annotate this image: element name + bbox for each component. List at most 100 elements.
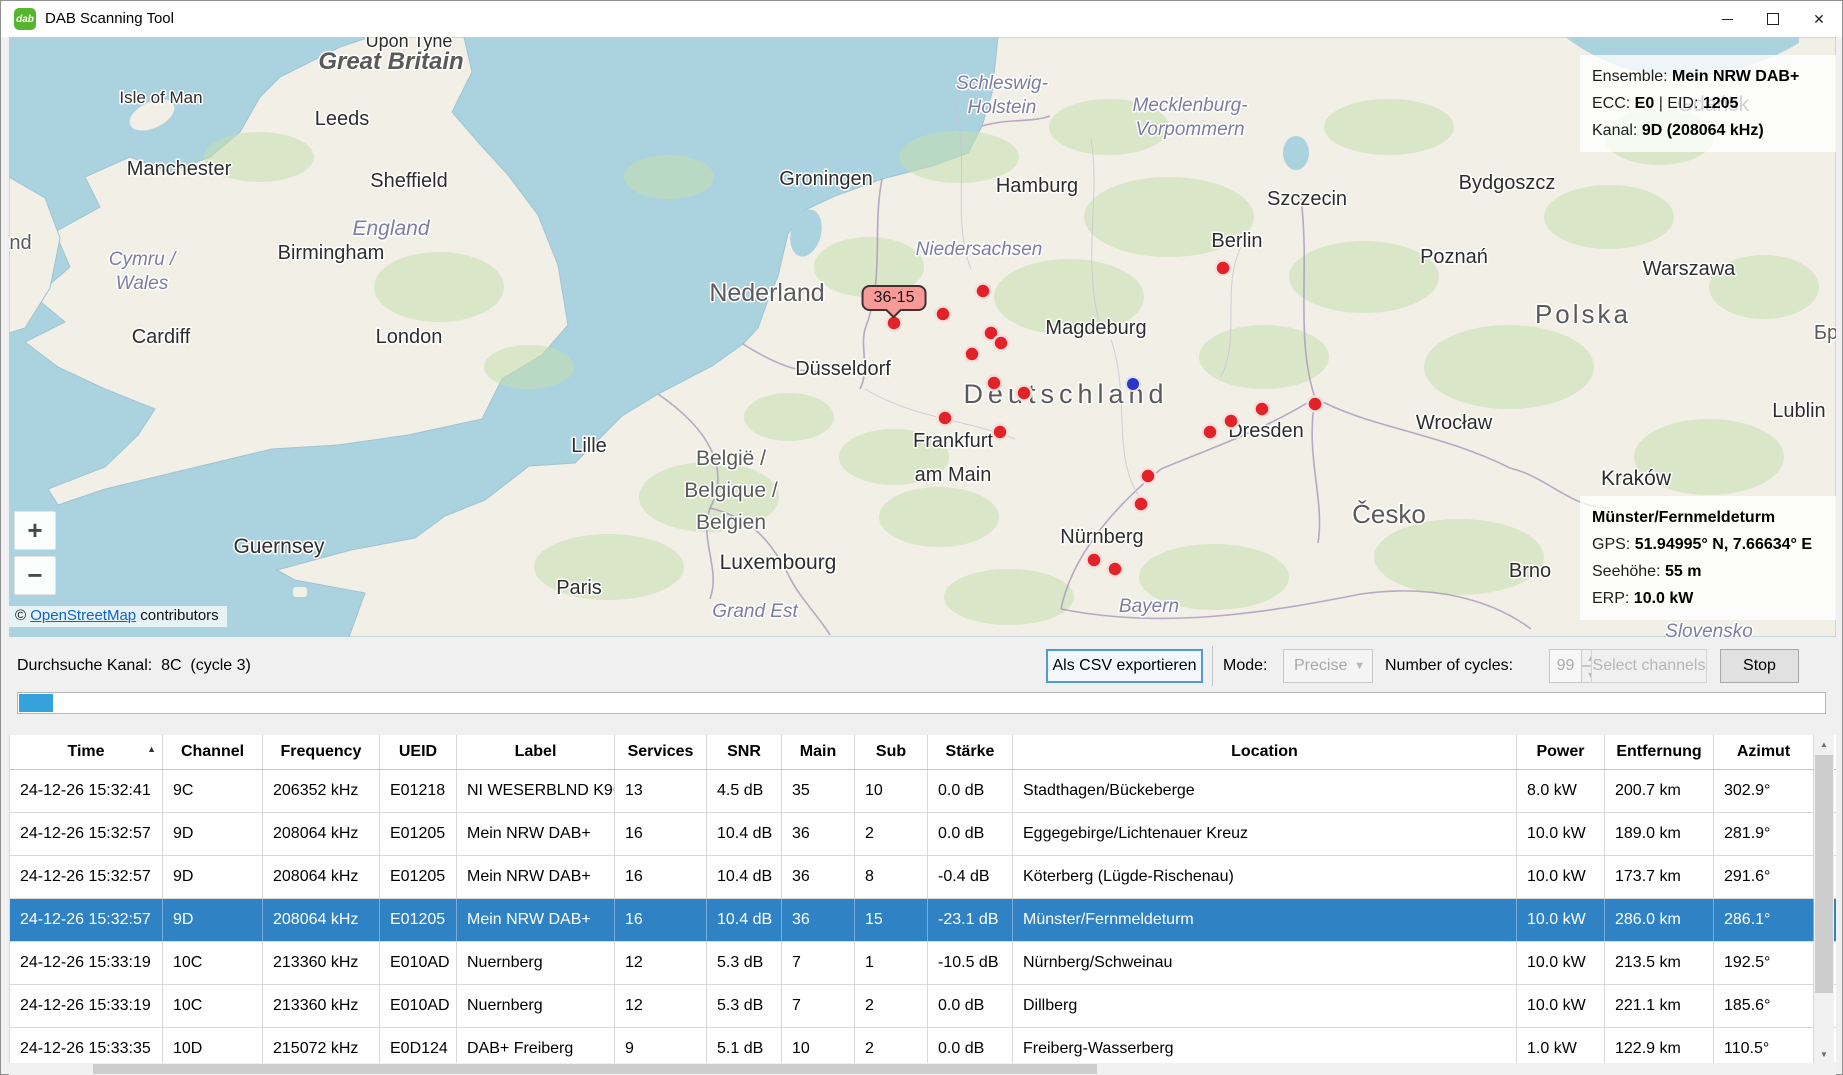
table-row[interactable]: 24-12-26 15:33:1910C213360 kHzE010ADNuer… [10,942,1836,985]
map-label: Nürnberg [1060,526,1143,548]
map-canvas[interactable]: Upon TyneGreat BritainIsle of ManLeedsMa… [9,37,1836,637]
title-bar[interactable]: dab DAB Scanning Tool ✕ [1,1,1842,37]
receiver-marker[interactable] [1126,377,1140,391]
table-cell: 302.9° [1714,770,1814,812]
transmitter-marker[interactable] [1224,414,1239,429]
transmitter-marker[interactable] [1108,562,1123,577]
transmitter-marker[interactable] [965,347,980,362]
map-label: Groningen [779,168,872,190]
map-label: Great Britain [318,48,463,75]
table-cell: 10C [163,942,263,984]
table-cell: NI WESERBLND K9C [457,770,615,812]
transmitter-marker[interactable] [938,411,953,426]
transmitter-marker[interactable] [1255,402,1270,417]
map-label: België / [696,447,766,470]
table-cell: 206352 kHz [263,770,380,812]
table-cell: 10.4 dB [707,813,782,855]
table-row[interactable]: 24-12-26 15:32:579D208064 kHzE01205Mein … [10,856,1836,899]
table-cell: 192.5° [1714,942,1814,984]
sort-arrow-icon: ▲ [147,744,156,754]
transmitter-marker[interactable] [976,284,991,299]
column-header-main[interactable]: Main [782,735,855,769]
horizontal-scrollbar[interactable] [9,1063,1836,1075]
map-label: Bydgoszcz [1459,172,1556,194]
column-header-services[interactable]: Services [615,735,707,769]
table-cell: 0.0 dB [928,813,1013,855]
table-cell: 12 [615,942,707,984]
table-row[interactable]: 24-12-26 15:32:579D208064 kHzE01205Mein … [10,813,1836,856]
minimize-button[interactable] [1704,1,1750,37]
table-cell: 213360 kHz [263,985,380,1027]
transmitter-marker[interactable] [1141,469,1156,484]
map-label: Wales [116,273,169,294]
transmitter-marker[interactable] [994,336,1009,351]
column-header-label: Sub [876,743,906,761]
station-info-box: Münster/Fernmeldeturm GPS: 51.94995° N, … [1580,496,1836,620]
table-row[interactable]: 24-12-26 15:32:579D208064 kHzE01205Mein … [10,899,1836,942]
zoom-in-button[interactable]: + [14,511,56,550]
transmitter-marker[interactable] [1017,386,1032,401]
column-header-power[interactable]: Power [1517,735,1605,769]
column-header-snr[interactable]: SNR [707,735,782,769]
transmitter-marker[interactable] [993,425,1008,440]
scroll-down-icon[interactable]: ▼ [1814,1045,1834,1063]
map-label: Dresden [1228,420,1304,442]
horizontal-scrollbar-thumb[interactable] [93,1064,1097,1074]
maximize-icon [1767,13,1779,25]
mode-value: Precise [1294,657,1347,675]
column-header-azimut[interactable]: Azimut [1714,735,1814,769]
table-row[interactable]: 24-12-26 15:33:1910C213360 kHzE010ADNuer… [10,985,1836,1028]
map-label: Belgien [696,511,766,534]
map-label: Бр [1814,322,1836,344]
column-header-stärke[interactable]: Stärke [928,735,1013,769]
table-cell: 213360 kHz [263,942,380,984]
transmitter-marker[interactable] [1134,497,1149,512]
vertical-scrollbar[interactable]: ▲ ▼ [1814,735,1834,1063]
map-label: Manchester [127,158,232,180]
close-button[interactable]: ✕ [1796,1,1842,37]
column-header-time[interactable]: Time ▲ [10,735,163,769]
column-header-location[interactable]: Location [1013,735,1517,769]
vertical-scrollbar-thumb[interactable] [1815,755,1833,993]
stop-button[interactable]: Stop [1720,649,1799,683]
column-header-label[interactable]: Label [457,735,615,769]
column-header-entfernung[interactable]: Entfernung [1605,735,1714,769]
map-label: Belgique / [684,479,778,502]
map-label: Cymru / [109,249,177,270]
maximize-button[interactable] [1750,1,1796,37]
table-cell: -23.1 dB [928,899,1013,941]
table-cell: 10.0 kW [1517,942,1605,984]
map-label: Frankfurt [913,430,993,452]
column-header-label: Power [1536,743,1584,761]
table-cell: 16 [615,813,707,855]
transmitter-marker[interactable] [1216,261,1231,276]
column-header-label: Label [515,743,557,761]
column-header-frequency[interactable]: Frequency [263,735,380,769]
column-header-label: Time [67,743,104,761]
map-view[interactable]: Upon TyneGreat BritainIsle of ManLeedsMa… [9,37,1836,637]
transmitter-marker[interactable] [936,307,951,322]
table-cell: 8 [855,856,928,898]
map-label: Sheffield [370,170,447,192]
transmitter-marker[interactable] [1308,397,1323,412]
openstreetmap-link[interactable]: OpenStreetMap [30,607,136,624]
map-label: Isle of Man [119,88,202,107]
scroll-up-icon[interactable]: ▲ [1814,735,1834,753]
transmitter-marker[interactable] [987,376,1002,391]
transmitter-marker[interactable] [1087,553,1102,568]
table-cell: Mein NRW DAB+ [457,856,615,898]
map-label: Vorpommern [1135,119,1244,140]
ensemble-label: Ensemble: [1592,68,1672,85]
transmitter-marker[interactable] [1203,425,1218,440]
table-row[interactable]: 24-12-26 15:32:419C206352 kHzE01218NI WE… [10,770,1836,813]
column-header-channel[interactable]: Channel [163,735,263,769]
column-header-sub[interactable]: Sub [855,735,928,769]
zoom-out-button[interactable]: − [14,556,56,595]
column-header-ueid[interactable]: UEID [380,735,457,769]
table-cell: Eggegebirge/Lichtenauer Kreuz [1013,813,1517,855]
table-cell: Nuernberg [457,942,615,984]
table-cell: 291.6° [1714,856,1814,898]
copyright-symbol: © [15,607,30,624]
table-cell: 10 [855,770,928,812]
export-csv-button[interactable]: Als CSV exportieren [1046,649,1203,683]
